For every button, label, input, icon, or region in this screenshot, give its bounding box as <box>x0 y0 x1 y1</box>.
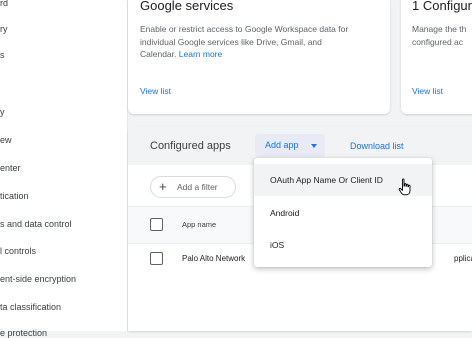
sidebar: rd ry s y ew enter tication s and data c… <box>0 0 128 338</box>
chevron-down-icon <box>311 144 317 148</box>
google-services-card: Google services Enable or restrict acces… <box>128 0 390 114</box>
hand-cursor-icon <box>398 178 411 196</box>
add-app-dropdown-menu: OAuth App Name Or Client ID Android iOS <box>254 158 432 267</box>
add-filter-label: Add a filter <box>177 182 218 192</box>
card-desc-line: Manage the th <box>412 24 467 34</box>
card-desc-line: Calendar. <box>140 49 177 59</box>
sidebar-item-access-and-data-control[interactable]: s and data control <box>0 219 72 229</box>
row-checkbox[interactable] <box>150 252 163 265</box>
card-description: Enable or restrict access to Google Work… <box>140 23 385 61</box>
card-description: Manage the th configured ac <box>412 23 472 48</box>
sidebar-item-client-side-encryption[interactable]: ent-side encryption <box>0 274 76 284</box>
card-desc-line: Enable or restrict access to Google Work… <box>140 24 349 34</box>
sidebar-item-overview[interactable]: ew <box>0 135 12 145</box>
plus-icon: + <box>159 179 167 194</box>
sidebar-item-data-classification[interactable]: ta classification <box>0 302 61 312</box>
menu-item-android[interactable]: Android <box>254 197 432 229</box>
sidebar-item-security[interactable]: y <box>0 107 5 117</box>
select-all-checkbox[interactable] <box>150 218 163 231</box>
sidebar-item-directory[interactable]: ry <box>0 24 8 34</box>
column-app-name[interactable]: App name <box>182 220 216 229</box>
card-desc-line: individual Google services like Drive, G… <box>140 36 322 47</box>
menu-item-label: iOS <box>270 240 285 250</box>
card-desc-line: configured ac <box>412 36 464 47</box>
configured-apps-title: Configured apps <box>150 140 231 152</box>
sidebar-item-authentication[interactable]: tication <box>0 191 29 201</box>
menu-item-ios[interactable]: iOS <box>254 229 432 261</box>
learn-more-link[interactable]: Learn more <box>179 49 222 59</box>
download-list-link[interactable]: Download list <box>350 141 404 151</box>
app-type-cell: pplication <box>454 254 472 263</box>
add-app-button[interactable]: Add app <box>255 134 325 157</box>
sidebar-item-api-controls[interactable]: l controls <box>0 246 36 256</box>
view-list-link[interactable]: View list <box>140 86 171 96</box>
sidebar-item-alert-center[interactable]: enter <box>0 163 21 173</box>
configured-apps-card: 1 Configure Manage the th configured ac … <box>401 0 472 114</box>
menu-item-label: OAuth App Name Or Client ID <box>270 175 383 185</box>
sidebar-item-data-protection[interactable]: e protection <box>0 328 47 338</box>
card-title: Google services <box>140 0 234 13</box>
view-list-link[interactable]: View list <box>412 86 443 96</box>
add-app-label: Add app <box>265 140 299 150</box>
sidebar-item-dashboard[interactable]: rd <box>0 0 8 8</box>
card-title: 1 Configure <box>412 0 472 13</box>
add-filter-chip[interactable]: + Add a filter <box>150 176 236 198</box>
sidebar-item-devices[interactable]: s <box>0 50 5 60</box>
menu-item-label: Android <box>270 208 300 218</box>
app-name-cell: Palo Alto Network <box>182 254 246 263</box>
